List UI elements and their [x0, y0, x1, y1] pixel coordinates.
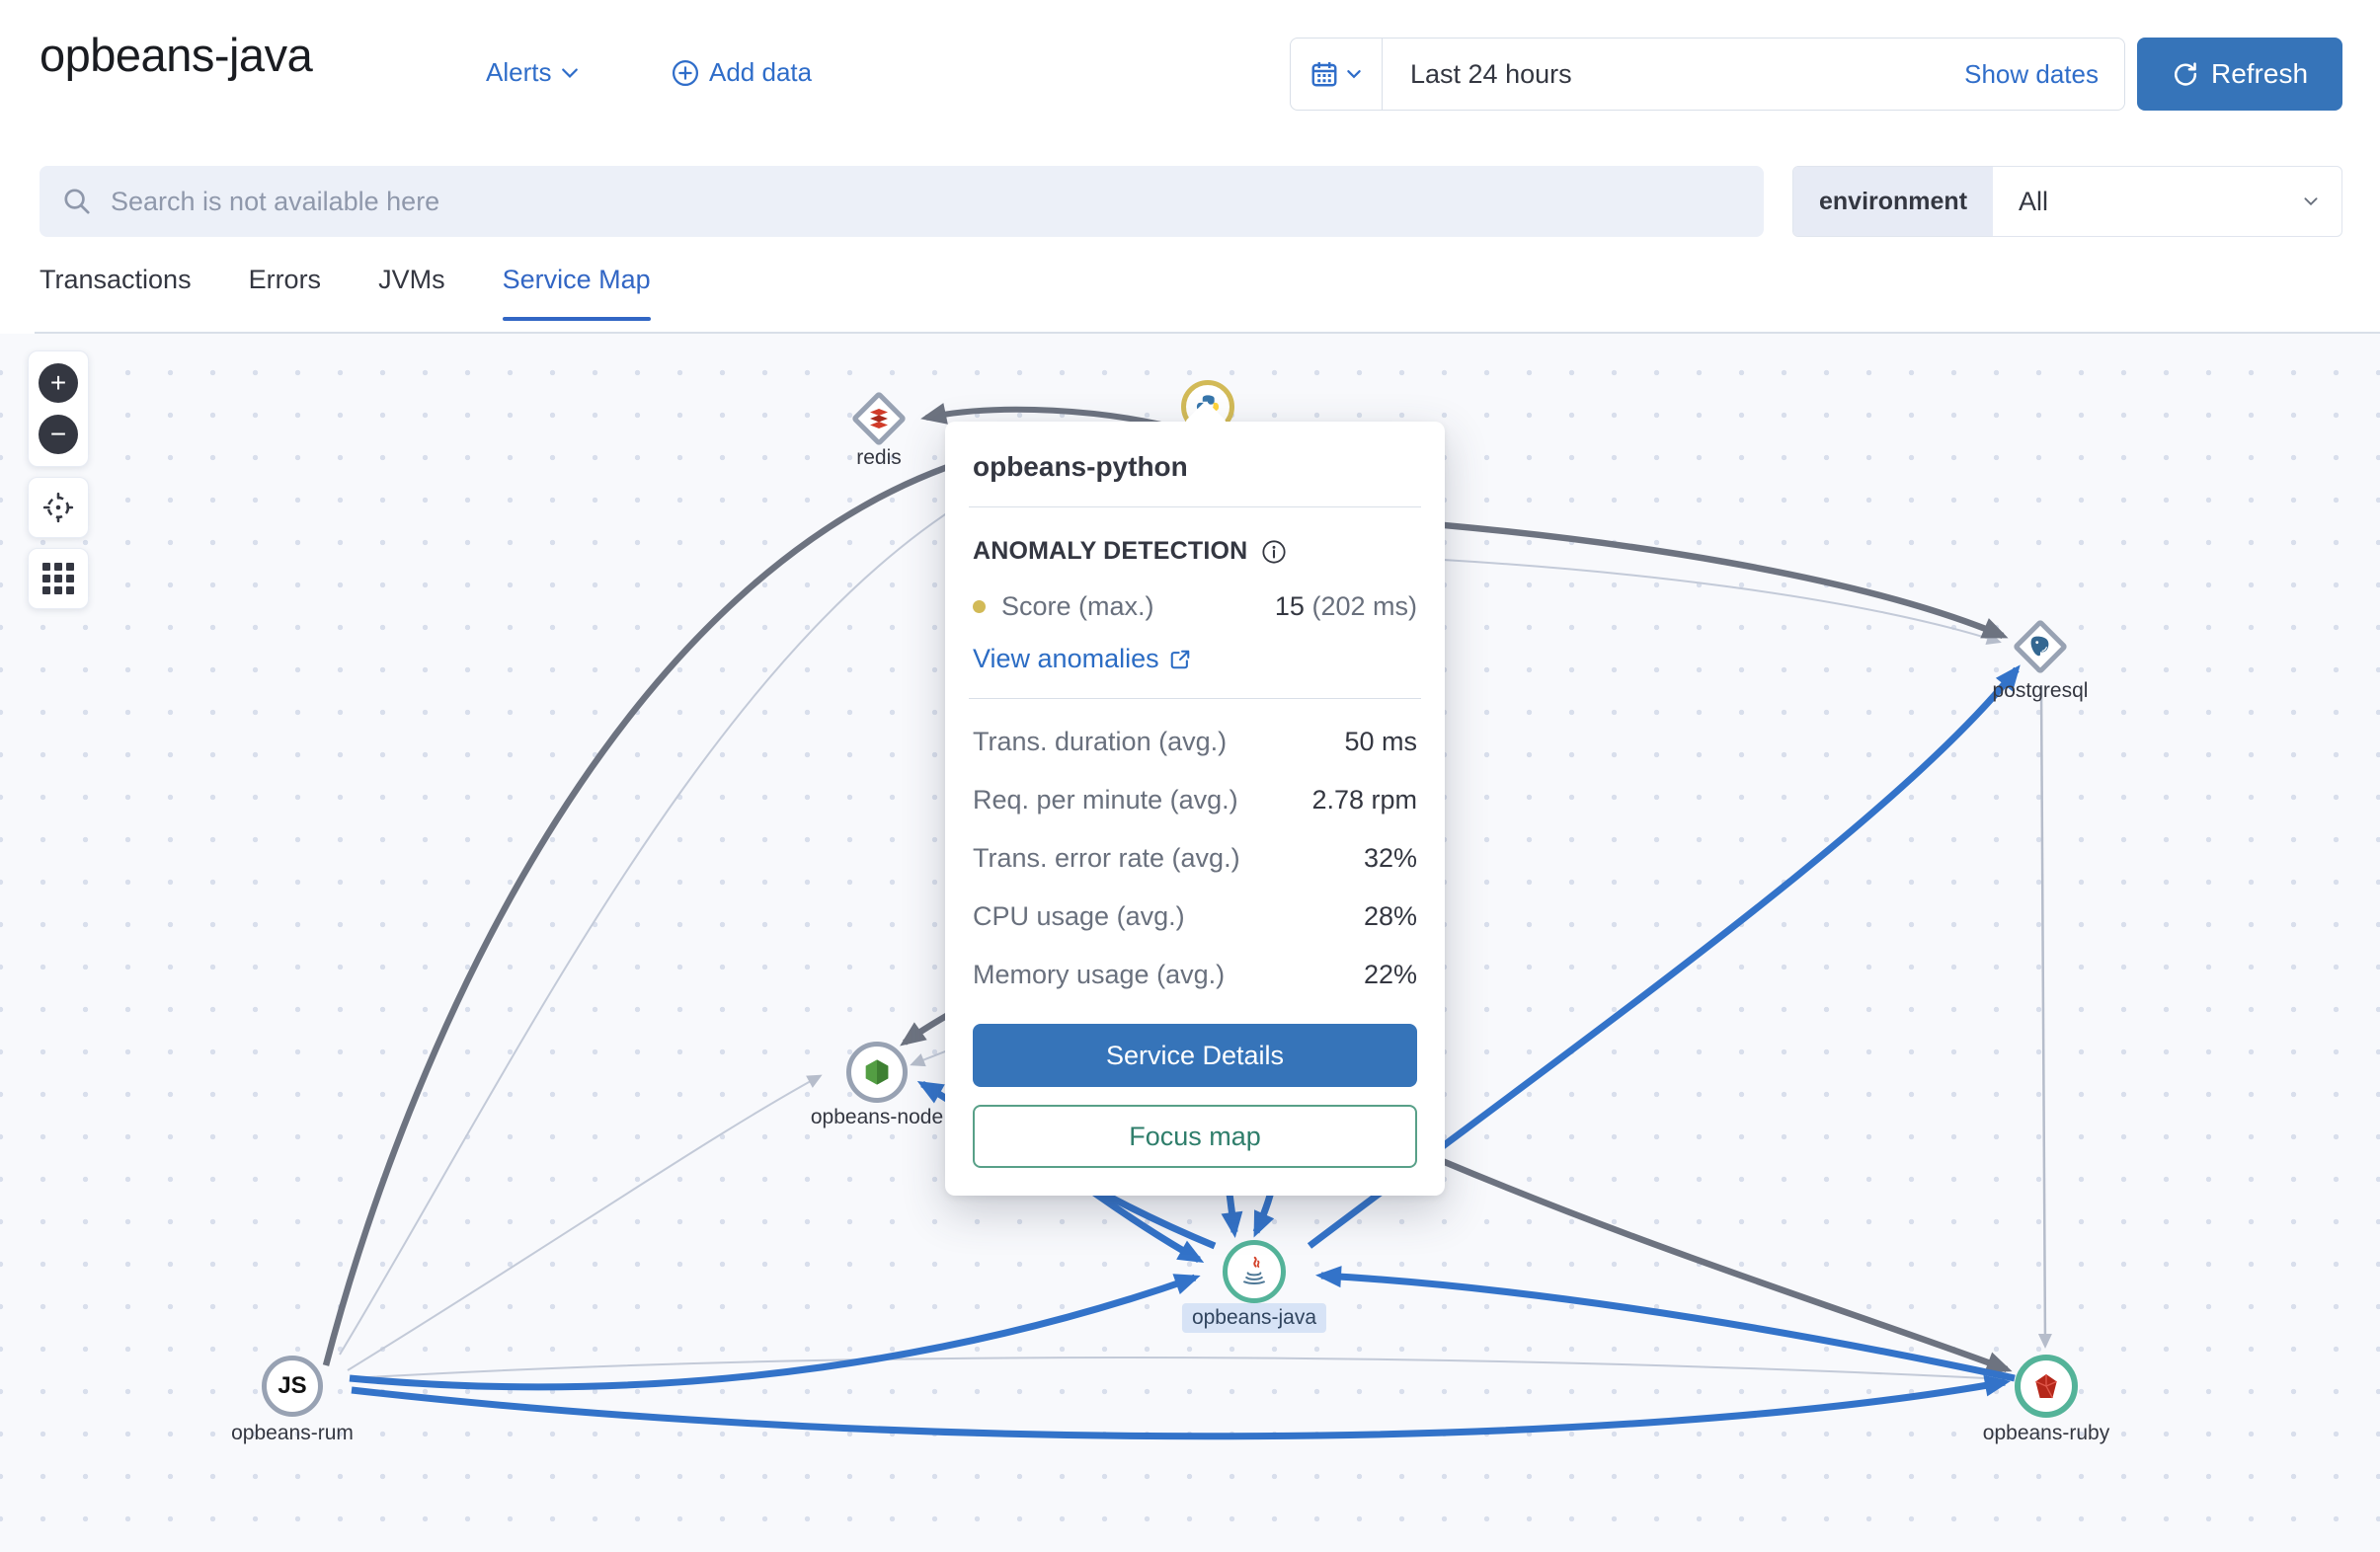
page-title: opbeans-java: [40, 28, 312, 82]
metric-value: 22%: [1364, 960, 1417, 990]
postgresql-icon: [2027, 634, 2053, 660]
anomaly-score-row: Score (max.) 15 (202 ms): [973, 591, 1417, 622]
search-bar: [40, 166, 1764, 237]
center-map-control[interactable]: [28, 477, 89, 538]
nodejs-icon: [861, 1056, 893, 1088]
add-data-label: Add data: [709, 57, 812, 88]
search-input[interactable]: [109, 186, 1742, 218]
java-icon: [1237, 1255, 1271, 1288]
time-picker: Last 24 hours Show dates: [1290, 38, 2125, 111]
tab-jvms[interactable]: JVMs: [378, 265, 445, 319]
chevron-down-icon: [561, 64, 579, 82]
anomaly-section-heading: ANOMALY DETECTION: [973, 537, 1417, 566]
node-opbeans-rum[interactable]: JS: [262, 1356, 323, 1417]
info-icon[interactable]: [1261, 539, 1287, 565]
service-popup: opbeans-python ANOMALY DETECTION Score (…: [945, 422, 1445, 1196]
score-number: 15: [1275, 591, 1305, 621]
zoom-controls: + −: [28, 350, 89, 467]
node-label-opbeans-rum: opbeans-rum: [231, 1422, 354, 1445]
refresh-button[interactable]: Refresh: [2137, 38, 2342, 111]
metric-value: 28%: [1364, 901, 1417, 932]
metric-value: 32%: [1364, 843, 1417, 874]
tab-bar: Transactions Errors JVMs Service Map: [40, 265, 651, 319]
refresh-icon: [2172, 60, 2199, 88]
metric-row: CPU usage (avg.) 28%: [973, 901, 1417, 932]
metric-label: Trans. duration (avg.): [973, 727, 1227, 757]
redis-icon: [867, 407, 891, 430]
metric-row: Trans. error rate (avg.) 32%: [973, 843, 1417, 874]
date-quick-select-button[interactable]: [1291, 39, 1383, 110]
crosshair-icon: [41, 491, 75, 524]
search-icon: [61, 186, 93, 217]
node-opbeans-node[interactable]: [846, 1042, 908, 1103]
show-dates-button[interactable]: Show dates: [1964, 59, 2124, 90]
metric-label: CPU usage (avg.): [973, 901, 1185, 932]
node-label-opbeans-ruby: opbeans-ruby: [1983, 1422, 2109, 1445]
plus-circle-icon: [672, 59, 699, 87]
environment-filter[interactable]: environment All: [1792, 166, 2342, 237]
node-label-opbeans-java: opbeans-java: [1182, 1303, 1326, 1333]
ruby-icon: [2030, 1370, 2062, 1402]
score-label: Score (max.): [1001, 591, 1154, 622]
tab-transactions[interactable]: Transactions: [40, 265, 192, 319]
service-details-button[interactable]: Service Details: [973, 1024, 1417, 1087]
tab-errors[interactable]: Errors: [249, 265, 322, 319]
metric-value: 2.78 rpm: [1311, 785, 1417, 815]
layout-control[interactable]: [28, 548, 89, 609]
metric-value: 50 ms: [1344, 727, 1417, 757]
zoom-in-button[interactable]: +: [39, 363, 78, 403]
score-duration: (202 ms): [1311, 591, 1417, 621]
zoom-out-button[interactable]: −: [39, 415, 78, 454]
severity-dot-icon: [973, 600, 986, 613]
grid-icon: [42, 563, 74, 594]
focus-map-button[interactable]: Focus map: [973, 1105, 1417, 1168]
metric-label: Req. per minute (avg.): [973, 785, 1238, 815]
metric-label: Trans. error rate (avg.): [973, 843, 1240, 874]
anomaly-heading-label: ANOMALY DETECTION: [973, 537, 1247, 566]
environment-filter-value: All: [1993, 187, 2302, 217]
calendar-icon: [1309, 59, 1339, 89]
metric-row: Memory usage (avg.) 22%: [973, 960, 1417, 990]
node-opbeans-ruby[interactable]: [2015, 1355, 2078, 1418]
alerts-label: Alerts: [486, 57, 551, 88]
divider: [969, 506, 1421, 507]
chevron-down-icon: [2302, 193, 2320, 210]
node-label-redis: redis: [856, 446, 902, 470]
alerts-menu-button[interactable]: Alerts: [486, 57, 579, 88]
node-label-postgresql: postgresql: [1993, 679, 2089, 703]
score-value: 15 (202 ms): [1275, 591, 1417, 622]
view-anomalies-label: View anomalies: [973, 644, 1159, 674]
js-icon: JS: [278, 1372, 306, 1400]
view-anomalies-link[interactable]: View anomalies: [973, 644, 1191, 674]
add-data-button[interactable]: Add data: [672, 57, 812, 88]
node-opbeans-java[interactable]: [1223, 1240, 1286, 1303]
refresh-label: Refresh: [2211, 58, 2308, 90]
metrics-list: Trans. duration (avg.) 50 ms Req. per mi…: [973, 727, 1417, 990]
divider: [969, 698, 1421, 699]
metric-label: Memory usage (avg.): [973, 960, 1225, 990]
time-range-value[interactable]: Last 24 hours: [1383, 59, 1964, 90]
tab-service-map[interactable]: Service Map: [503, 265, 651, 319]
external-link-icon: [1169, 649, 1191, 670]
node-label-opbeans-node: opbeans-node: [811, 1106, 943, 1129]
popup-title: opbeans-python: [973, 451, 1417, 483]
metric-row: Req. per minute (avg.) 2.78 rpm: [973, 785, 1417, 815]
environment-filter-label: environment: [1793, 167, 1993, 236]
metric-row: Trans. duration (avg.) 50 ms: [973, 727, 1417, 757]
chevron-down-icon: [1345, 65, 1363, 83]
